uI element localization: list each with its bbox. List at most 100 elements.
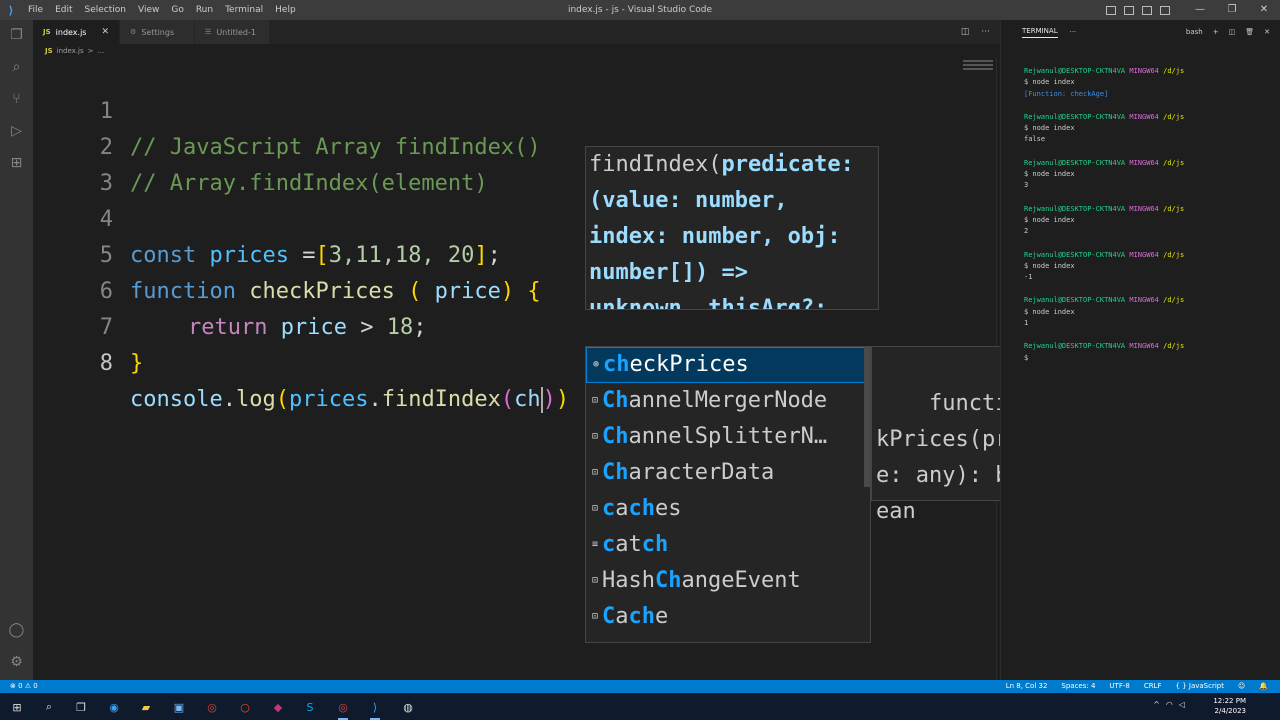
- variable-icon: ⊡: [591, 611, 599, 622]
- cursor-position[interactable]: Ln 8, Col 32: [1006, 680, 1048, 693]
- suggest-item-hashchangeevent[interactable]: ⊡ HashChangeEvent: [586, 563, 870, 599]
- terminal-command: $ node index: [1024, 215, 1075, 224]
- terminal-block: Rejwanul@DESKTOP-CKTN4VA MINGW64 /d/js $ …: [1024, 112, 1274, 146]
- new-terminal-icon[interactable]: +: [1213, 28, 1219, 36]
- menu-selection[interactable]: Selection: [79, 0, 132, 20]
- explorer-icon[interactable]: ❐: [0, 20, 33, 50]
- terminal-shell-label[interactable]: bash: [1186, 28, 1203, 36]
- terminal-command: $: [1024, 353, 1029, 362]
- more-actions-icon[interactable]: ···: [981, 27, 990, 37]
- variable-icon: ⊡: [591, 503, 599, 514]
- minimize-icon[interactable]: —: [1184, 0, 1216, 20]
- feedback-icon[interactable]: ☺: [1238, 680, 1245, 693]
- breadcrumb: JS index.js > ...: [33, 44, 1000, 58]
- chrome-icon[interactable]: ◎: [203, 698, 221, 716]
- suggest-item-channelmergernode[interactable]: ⊡ ChannelMergerNode: [586, 383, 870, 419]
- problems-indicator[interactable]: ⊗ 0 ⚠ 0: [10, 680, 38, 693]
- windows-start-icon[interactable]: ⊞: [8, 698, 26, 716]
- skype-icon[interactable]: S: [301, 698, 319, 716]
- suggest-scrollbar[interactable]: [864, 347, 870, 487]
- store-icon[interactable]: ▣: [170, 698, 188, 716]
- search-icon[interactable]: ⌕: [0, 52, 33, 82]
- toggle-sidebar-icon[interactable]: [1106, 5, 1116, 15]
- restore-icon[interactable]: ❐: [1216, 0, 1248, 20]
- terminal-tab[interactable]: TERMINAL: [1022, 27, 1058, 38]
- menu-run[interactable]: Run: [190, 0, 219, 20]
- line-number: 8: [99, 351, 113, 376]
- terminal-prompt: Rejwanul@DESKTOP-CKTN4VA MINGW64 /d/js: [1024, 67, 1185, 75]
- menu-help[interactable]: Help: [269, 0, 302, 20]
- code-line: 7 }: [33, 274, 144, 376]
- clock-date: 2/4/2023: [1214, 707, 1246, 715]
- tab-settings[interactable]: ⚙ Settings: [120, 20, 196, 44]
- account-icon[interactable]: ◯: [0, 615, 33, 645]
- indentation[interactable]: Spaces: 4: [1061, 680, 1095, 693]
- code-line: 1 // JavaScript Array findIndex(): [33, 58, 541, 160]
- toggle-panel-icon[interactable]: [1124, 5, 1134, 15]
- split-terminal-icon[interactable]: ◫: [1229, 28, 1236, 36]
- obs-icon[interactable]: ◍: [399, 698, 417, 716]
- menu-terminal[interactable]: Terminal: [219, 0, 269, 20]
- terminal-output-line: [Function: checkAge]: [1024, 89, 1109, 98]
- extensions-icon[interactable]: ⊞: [0, 148, 33, 178]
- file-icon: ☰: [205, 28, 212, 36]
- close-panel-icon[interactable]: ✕: [1264, 28, 1270, 36]
- system-clock[interactable]: 12:22 PM 2/4/2023: [1213, 696, 1246, 716]
- terminal-output-line: 2: [1024, 227, 1029, 236]
- tab-untitled-1[interactable]: ☰ Untitled-1: [195, 20, 271, 44]
- breadcrumb-file[interactable]: index.js: [57, 47, 84, 55]
- task-view-icon[interactable]: ❐: [72, 698, 90, 716]
- suggest-item-channelsplitternode[interactable]: ⊡ ChannelSplitterN…: [586, 419, 870, 455]
- volume-icon[interactable]: ◁: [1179, 700, 1185, 709]
- close-window-icon[interactable]: ✕: [1248, 0, 1280, 20]
- suggest-widget: ⊛ checkPrices ⊡ ChannelMergerNode ⊡ Chan…: [585, 346, 871, 643]
- line-ending[interactable]: CRLF: [1144, 680, 1162, 693]
- notifications-icon[interactable]: 🔔: [1259, 680, 1268, 693]
- windows-taskbar: ⊞ ⌕ ❐ ◉ ▰ ▣ ◎ ○ ◆ S ◎ ⟩ ◍ ^ ◠ ◁ 12:22 PM…: [0, 693, 1280, 720]
- source-control-icon[interactable]: ⑂: [0, 84, 33, 114]
- suggest-item-checkprices[interactable]: ⊛ checkPrices: [586, 347, 870, 383]
- terminal-output-line: -1: [1024, 273, 1033, 282]
- customize-layout-icon[interactable]: [1160, 5, 1170, 15]
- app-icon[interactable]: ◆: [269, 698, 287, 716]
- menu-file[interactable]: File: [22, 0, 49, 20]
- split-editor-icon[interactable]: ◫: [961, 27, 970, 37]
- encoding[interactable]: UTF-8: [1109, 680, 1129, 693]
- tray-chevron-icon[interactable]: ^: [1153, 700, 1160, 709]
- code-line-current: 8 console.log(prices.findIndex(ch)): [33, 310, 569, 413]
- code-text: // JavaScript Array findIndex(): [130, 135, 541, 160]
- trash-icon[interactable]: 🗑: [1245, 28, 1254, 36]
- terminal-output-line: false: [1024, 135, 1046, 144]
- terminal-panel: TERMINAL ··· bash + ◫ 🗑 ✕ Rejwanul@DESKT…: [1010, 20, 1280, 680]
- panel-divider[interactable]: [1000, 20, 1010, 680]
- edge-icon[interactable]: ◉: [105, 698, 123, 716]
- language-mode[interactable]: { } JavaScript: [1176, 680, 1224, 693]
- network-icon[interactable]: ◠: [1166, 700, 1173, 709]
- close-tab-icon[interactable]: ✕: [101, 27, 109, 37]
- terminal-block: Rejwanul@DESKTOP-CKTN4VA MINGW64 /d/js $ …: [1024, 66, 1274, 100]
- terminal-prompt: Rejwanul@DESKTOP-CKTN4VA MINGW64 /d/js: [1024, 204, 1185, 213]
- suggest-item-catch[interactable]: ≡ catch: [586, 527, 870, 563]
- chrome-icon[interactable]: ◎: [334, 698, 352, 720]
- toggle-secondary-sidebar-icon[interactable]: [1142, 5, 1152, 15]
- code-line: 6 return price > 18;: [33, 238, 427, 340]
- run-debug-icon[interactable]: ▷: [0, 116, 33, 146]
- opera-icon[interactable]: ○: [236, 698, 254, 716]
- menu-go[interactable]: Go: [165, 0, 189, 20]
- taskbar-search-icon[interactable]: ⌕: [40, 698, 58, 716]
- tab-index-js[interactable]: JS index.js ✕: [33, 20, 121, 44]
- menu-view[interactable]: View: [132, 0, 165, 20]
- breadcrumb-rest[interactable]: ...: [98, 47, 105, 55]
- suggest-item-cache[interactable]: ⊡ Cache: [586, 599, 870, 635]
- more-icon[interactable]: ···: [1070, 28, 1077, 36]
- terminal-prompt: Rejwanul@DESKTOP-CKTN4VA MINGW64 /d/js: [1024, 342, 1185, 351]
- file-explorer-icon[interactable]: ▰: [137, 698, 155, 716]
- menu-edit[interactable]: Edit: [49, 0, 78, 20]
- terminal-prompt: Rejwanul@DESKTOP-CKTN4VA MINGW64 /d/js: [1024, 250, 1185, 259]
- manage-gear-icon[interactable]: ⚙: [0, 647, 33, 677]
- suggest-item-caches[interactable]: ⊡ caches: [586, 491, 870, 527]
- terminal-output[interactable]: Rejwanul@DESKTOP-CKTN4VA MINGW64 /d/js $ …: [1024, 66, 1274, 376]
- vscode-icon[interactable]: ⟩: [366, 698, 384, 720]
- minimap[interactable]: [963, 58, 993, 78]
- suggest-item-characterdata[interactable]: ⊡ CharacterData: [586, 455, 870, 491]
